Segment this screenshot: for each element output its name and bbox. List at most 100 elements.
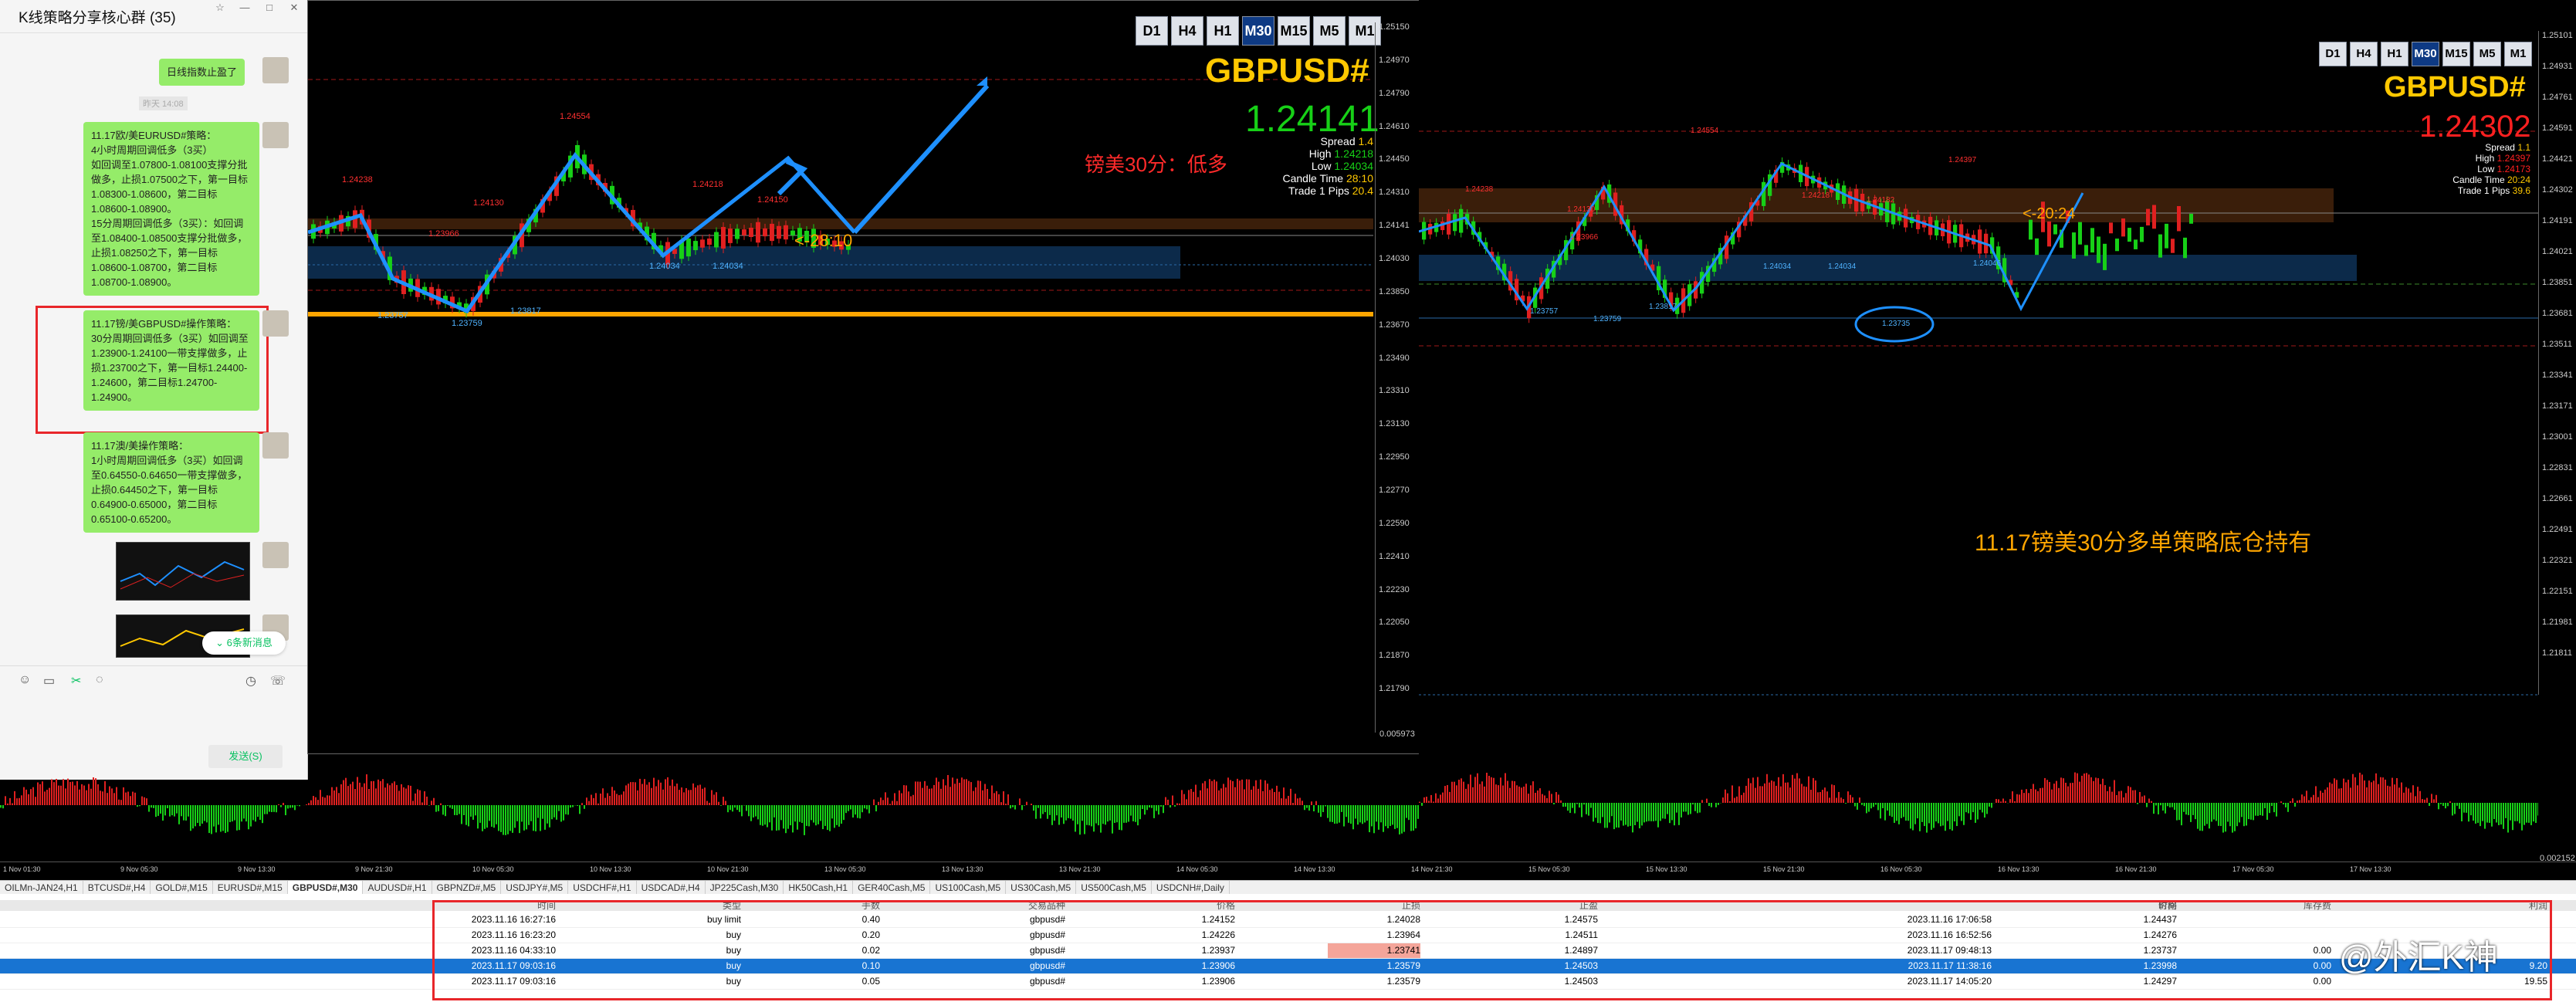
tf-m30[interactable]: M30: [2412, 42, 2439, 66]
scale-tick: 1.21790: [1379, 684, 1410, 694]
macd-bar: [544, 805, 546, 830]
scale-tick: 1.21811: [2542, 648, 2572, 658]
smile-icon[interactable]: ☺: [19, 673, 31, 687]
scale-tick: 1.22410: [1379, 551, 1410, 561]
tf-d1[interactable]: D1: [1136, 16, 1168, 46]
macd-bar: [912, 794, 914, 805]
left-price-chart[interactable]: [308, 1, 1373, 753]
symbol-tab[interactable]: GOLD#,M15: [151, 881, 213, 895]
macd-bar: [2466, 803, 2467, 813]
right-chart-panel[interactable]: D1 H4 H1 M30 M15 M5 M1 GBPUSD# 1.24302 Spread …: [1419, 0, 2576, 880]
symbol-tab[interactable]: GER40Cash,M5: [853, 881, 931, 895]
symbol-tab[interactable]: EURUSD#,M15: [213, 881, 288, 895]
macd-bar: [1200, 790, 1201, 805]
macd-bar: [1267, 784, 1268, 805]
tf-m1[interactable]: M1: [2504, 42, 2532, 66]
tf-h4[interactable]: H4: [1171, 16, 1203, 46]
scissors-icon[interactable]: ✂: [71, 673, 81, 689]
macd-bar: [1910, 803, 1911, 829]
clock-icon[interactable]: ◷: [245, 673, 256, 689]
macd-bar: [1193, 791, 1194, 805]
tf-h1[interactable]: H1: [2381, 42, 2408, 66]
macd-bar: [2255, 803, 2256, 816]
right-price-scale[interactable]: 1.25101 1.24931 1.24761 1.24591 1.24421 1.243…: [2538, 31, 2576, 695]
symbol-tab[interactable]: US30Cash,M5: [1006, 881, 1077, 895]
left-chart-panel[interactable]: D1 H4 H1 M30 M15 M5 M1 GBPUSD# 1.24141 Spread …: [307, 0, 1420, 754]
macd-bar: [239, 805, 240, 831]
macd-bar: [1792, 774, 1793, 803]
macd-bar: [86, 790, 87, 805]
scale-tick: 1.23681: [2542, 309, 2573, 318]
macd-bar: [1137, 805, 1139, 826]
macd-bar: [521, 805, 523, 822]
maximize-icon[interactable]: □: [259, 0, 279, 15]
avatar[interactable]: [262, 57, 289, 83]
macd-bar: [125, 792, 127, 805]
tf-h1[interactable]: H1: [1207, 16, 1239, 46]
tf-m30[interactable]: M30: [1242, 16, 1274, 46]
chat-icon[interactable]: ◌: [96, 673, 103, 687]
macd-bar: [1343, 805, 1345, 827]
close-icon[interactable]: ✕: [284, 0, 304, 15]
macd-bar: [2225, 803, 2226, 832]
symbol-tab[interactable]: US500Cash,M5: [1076, 881, 1152, 895]
macd-bar: [167, 805, 168, 809]
macd-bar: [2234, 803, 2236, 831]
tf-m15[interactable]: M15: [1278, 16, 1310, 46]
macd-bar: [1611, 803, 1613, 817]
chart-thumbnail[interactable]: [116, 542, 250, 601]
avatar[interactable]: [262, 310, 289, 337]
pin-icon[interactable]: ☆: [210, 0, 230, 15]
macd-bar: [924, 780, 926, 805]
symbol-tab[interactable]: HK50Cash,H1: [784, 881, 854, 895]
symbol-tab[interactable]: USDCHF#,H1: [568, 881, 637, 895]
symbol-tab[interactable]: OILMn-JAN24,H1: [0, 881, 83, 895]
symbol-tab[interactable]: BTCUSD#,H4: [83, 881, 151, 895]
macd-bar: [2315, 786, 2317, 803]
tf-h4[interactable]: H4: [2350, 42, 2378, 66]
symbol-tab[interactable]: GBPUSD#,M30: [287, 881, 364, 895]
candle: [1453, 214, 1457, 232]
folder-icon[interactable]: ▭: [43, 673, 55, 689]
tf-m5[interactable]: M5: [1313, 16, 1346, 46]
macd-bar: [1970, 803, 1972, 820]
chat-window: K线策略分享核心群 (35) ☆ — □ ✕ 日线指数止盈了 昨天 14:08 …: [0, 0, 308, 780]
macd-bar: [1546, 797, 1548, 803]
macd-bar: [991, 785, 993, 805]
avatar[interactable]: [262, 122, 289, 148]
macd-bar: [1408, 805, 1410, 821]
minimize-icon[interactable]: —: [235, 0, 255, 15]
tf-m5[interactable]: M5: [2473, 42, 2501, 66]
phone-icon[interactable]: ☏: [270, 673, 286, 689]
candle: [2084, 245, 2088, 256]
scale-tick: 1.24970: [1379, 55, 1410, 65]
tf-m15[interactable]: M15: [2442, 42, 2470, 66]
symbol-tab[interactable]: USDJPY#,M5: [501, 881, 569, 895]
right-price-chart[interactable]: [1419, 0, 2538, 880]
scale-tick: 1.24790: [1379, 88, 1410, 98]
macd-bar: [160, 805, 161, 814]
macd-bar: [2310, 797, 2312, 803]
left-price-scale[interactable]: 1.25150 1.24970 1.24790 1.24610 1.24450 1.243…: [1375, 22, 1419, 733]
avatar[interactable]: [262, 432, 289, 459]
macd-bar: [2521, 803, 2523, 831]
tf-d1[interactable]: D1: [2319, 42, 2347, 66]
new-messages-button[interactable]: ⌄ 6条新消息: [202, 631, 286, 655]
symbol-tab[interactable]: JP225Cash,M30: [706, 881, 784, 895]
symbol-tab[interactable]: US100Cash,M5: [930, 881, 1007, 895]
macd-bar: [1005, 804, 1007, 805]
macd-bar: [1241, 779, 1243, 805]
macd-bar: [1258, 788, 1259, 805]
macd-bar: [343, 780, 344, 805]
macd-bar: [1597, 803, 1599, 824]
symbol-tab[interactable]: USDCAD#,H4: [637, 881, 706, 895]
avatar[interactable]: [262, 542, 289, 568]
macd-bar: [1123, 805, 1125, 823]
macd-bar: [368, 788, 370, 805]
macd-bar: [241, 805, 242, 822]
symbol-tab[interactable]: GBPNZD#,M5: [432, 881, 502, 895]
macd-bar: [1588, 803, 1589, 816]
symbol-tab[interactable]: USDCNH#,Daily: [1152, 881, 1230, 895]
macd-bar: [2118, 791, 2120, 803]
symbol-tab[interactable]: AUDUSD#,H1: [363, 881, 432, 895]
